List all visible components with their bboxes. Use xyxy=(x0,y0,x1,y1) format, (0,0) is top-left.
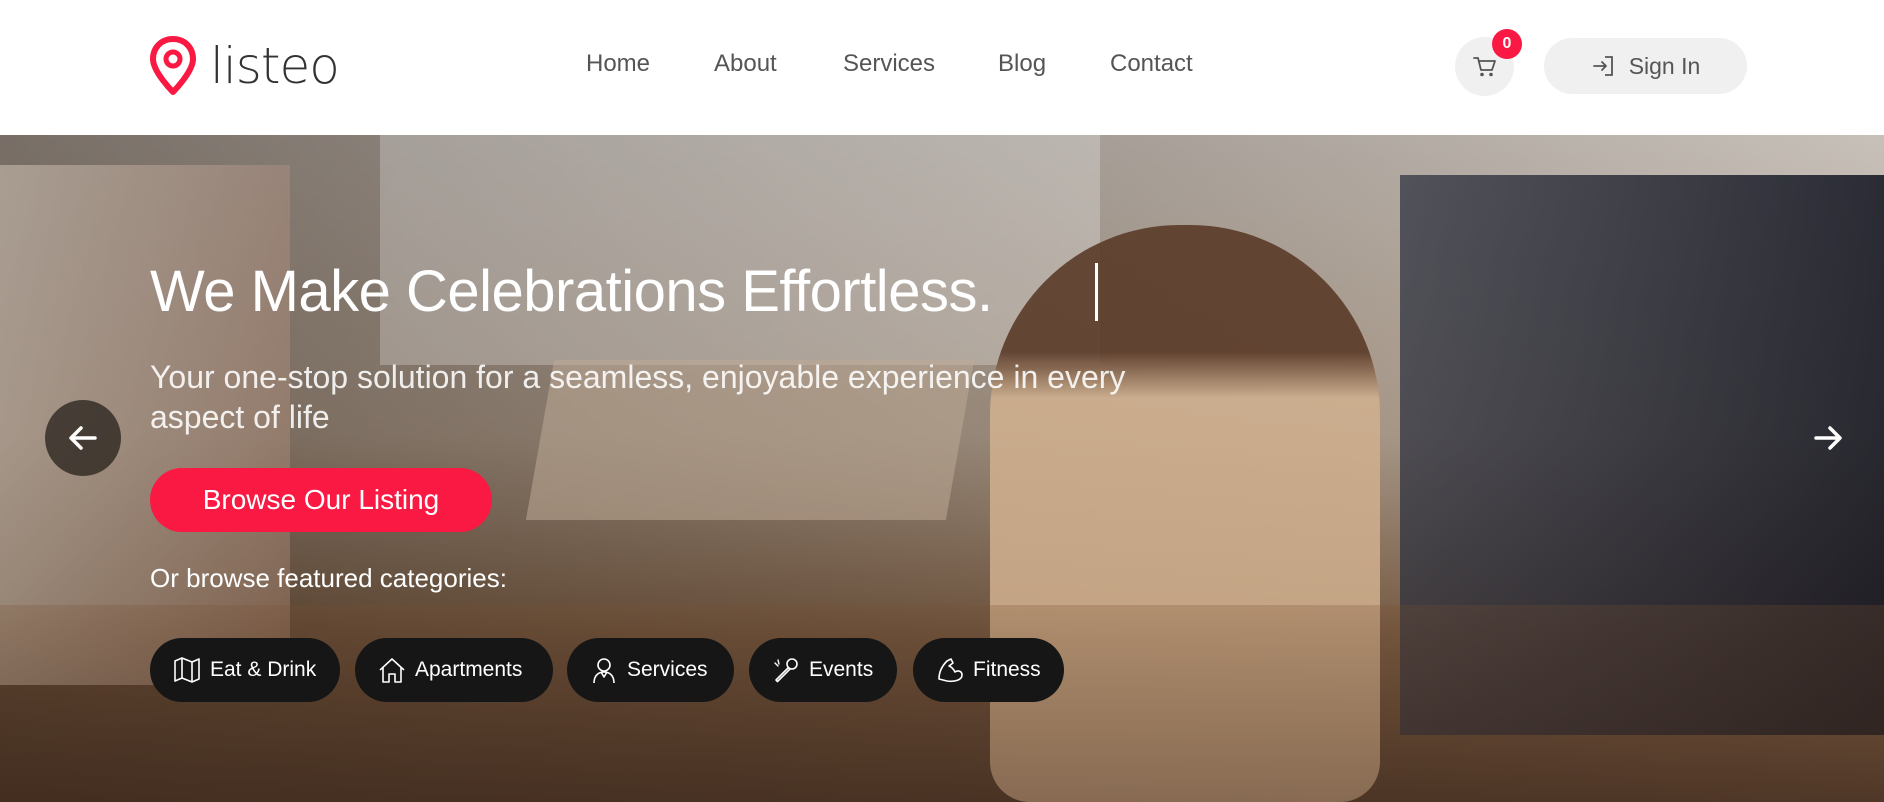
muscle-icon xyxy=(938,658,963,683)
category-eat-drink[interactable]: Eat & Drink xyxy=(150,638,340,702)
hero-background-window xyxy=(380,135,1100,365)
location-pin-icon xyxy=(150,36,196,95)
category-label: Eat & Drink xyxy=(210,658,317,681)
logo-text: listeo xyxy=(210,37,340,95)
cart-count-badge: 0 xyxy=(1492,29,1522,59)
category-label: Events xyxy=(809,658,874,681)
nav-item-services[interactable]: Services xyxy=(843,50,935,78)
sign-in-icon xyxy=(1592,56,1613,76)
cart-icon xyxy=(1472,56,1496,76)
category-events[interactable]: Events xyxy=(749,638,897,702)
category-services[interactable]: Services xyxy=(567,638,734,702)
category-label: Apartments xyxy=(415,658,523,681)
nav-item-blog[interactable]: Blog xyxy=(998,50,1046,78)
arrow-right-icon xyxy=(1814,426,1842,450)
hero-title: We Make Celebrations Effortless. xyxy=(150,259,993,324)
categories-label: Or browse featured categories: xyxy=(150,563,507,593)
typing-cursor xyxy=(1095,263,1098,321)
slider-next-button[interactable] xyxy=(1790,400,1866,476)
person-icon xyxy=(593,658,615,684)
home-icon xyxy=(379,658,405,683)
site-header: listeo Home About Services Blog Contact … xyxy=(0,0,1884,135)
hero-subtitle: Your one-stop solution for a seamless, e… xyxy=(150,359,1126,435)
nav-item-contact[interactable]: Contact xyxy=(1110,50,1193,78)
map-icon xyxy=(174,657,200,683)
category-fitness[interactable]: Fitness xyxy=(913,638,1064,702)
category-label: Fitness xyxy=(973,658,1041,681)
hero-banner: We Make Celebrations Effortless. Your on… xyxy=(0,135,1884,802)
microphone-icon xyxy=(774,658,798,683)
arrow-left-icon xyxy=(69,426,97,450)
category-label: Services xyxy=(627,658,708,681)
slider-prev-button[interactable] xyxy=(45,400,121,476)
nav-item-about[interactable]: About xyxy=(714,50,777,78)
nav-item-home[interactable]: Home xyxy=(586,50,650,78)
hero-background-floor xyxy=(0,605,1884,802)
logo[interactable]: listeo xyxy=(148,36,340,96)
sign-in-label: Sign In xyxy=(1628,52,1701,79)
category-apartments[interactable]: Apartments xyxy=(355,638,553,702)
browse-listing-button[interactable]: Browse Our Listing xyxy=(150,468,492,532)
sign-in-button[interactable]: Sign In xyxy=(1544,38,1747,94)
